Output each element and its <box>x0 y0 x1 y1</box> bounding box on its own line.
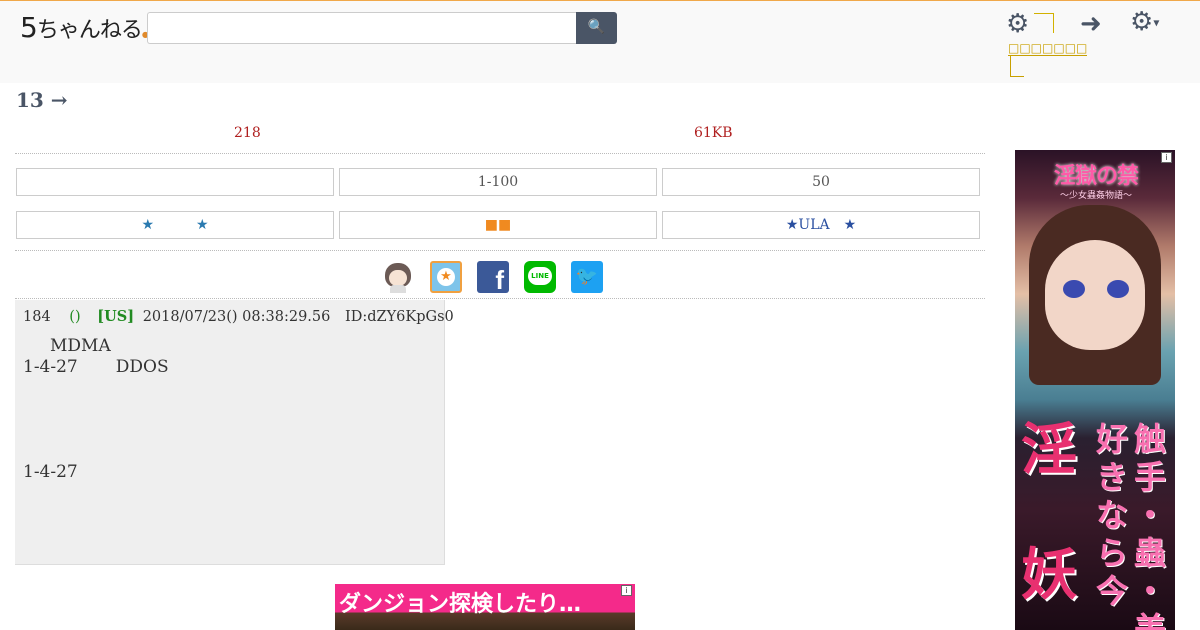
search-input[interactable] <box>147 12 577 44</box>
search-button[interactable]: 🔍 <box>576 12 617 44</box>
divider <box>15 298 985 299</box>
divider <box>15 153 985 154</box>
nav-button-latest-50[interactable]: 50 <box>662 168 980 196</box>
menu-gear-icon: ⚙ <box>1130 7 1154 37</box>
search-icon: 🔍 <box>587 19 606 35</box>
settings-tooltip-line <box>1010 55 1024 77</box>
ad-banner-bottom[interactable]: ダンジョン探検したり… i <box>335 584 635 630</box>
settings-tooltip-frame <box>1034 13 1054 33</box>
ad-big-text: 淫 <box>1021 417 1077 483</box>
mascot-face <box>389 270 407 286</box>
facebook-icon[interactable]: f <box>477 261 509 295</box>
ad-info-icon[interactable]: i <box>621 585 632 596</box>
ad-illustration-face <box>1045 240 1145 350</box>
nav-button-all[interactable] <box>16 168 334 196</box>
ad-banner-right[interactable]: 淫獄の禁 ～少女蟲姦物語～ 淫 妖 好きなら今 触手・蟲・美 i <box>1015 150 1175 630</box>
post-author: () <box>69 309 81 325</box>
post-header: 184 () [US] 2018/07/23() 08:38:29.56 ID:… <box>23 308 454 325</box>
nav-button-list[interactable]: ■■ <box>339 211 657 239</box>
settings-icon[interactable]: ⚙ <box>1006 9 1029 39</box>
line-icon[interactable]: LINE <box>524 261 556 293</box>
ad-headline: ダンジョン探検したり… <box>339 592 582 617</box>
thread-size: 61KB <box>694 125 733 141</box>
star-icon: ★ <box>437 268 455 286</box>
post-body-line: 1-4-27 DDOS <box>23 357 169 377</box>
divider <box>15 250 985 251</box>
nav-button-board[interactable]: ★ ★ <box>16 211 334 239</box>
ad-subtitle: ～少女蟲姦物語～ <box>1059 191 1132 201</box>
post-date: 2018/07/23() 08:38:29.56 <box>142 309 331 325</box>
thread-title[interactable]: 13 → <box>16 88 68 112</box>
post-body-text: DDOS <box>115 357 169 377</box>
post-anchor[interactable]: 1-4-27 <box>23 357 78 377</box>
line-bubble: LINE <box>528 267 552 285</box>
response-count: 218 <box>234 125 261 141</box>
nav-button-ula[interactable]: ★ULA ★ <box>662 211 980 239</box>
logo-mark: 5 <box>20 11 38 44</box>
ad-vertical-text: 触手・蟲・美 <box>1133 420 1166 630</box>
ad-info-icon[interactable]: i <box>1161 152 1172 163</box>
post-country: [US] <box>97 308 135 325</box>
site-header: 5ちゃんねる● 🔍 ⚙ □□□□□□□ ➜ ⚙▾ <box>0 0 1200 83</box>
ad-illustration-eye <box>1063 280 1085 298</box>
mascot-share-icon[interactable] <box>382 261 414 293</box>
ad-big-text: 妖 <box>1021 542 1077 608</box>
settings-tooltip-label: □□□□□□□ <box>1008 41 1088 56</box>
post-anchor[interactable]: 1-4-27 <box>23 462 78 482</box>
bookmark-share-icon[interactable]: ★ <box>430 261 462 293</box>
logo-text: ちゃんねる <box>36 18 143 43</box>
ad-vertical-text: 好きなら今 <box>1095 420 1128 610</box>
post-body-line: MDMA <box>50 336 111 356</box>
ad-title: 淫獄の禁 <box>1053 163 1139 189</box>
login-icon[interactable]: ➜ <box>1080 9 1102 39</box>
nav-button-first-100[interactable]: 1-100 <box>339 168 657 196</box>
site-logo[interactable]: 5ちゃんねる● <box>20 11 149 44</box>
ad-illustration-eye <box>1107 280 1129 298</box>
menu-button[interactable]: ⚙▾ <box>1130 7 1159 37</box>
mascot-body <box>390 285 406 293</box>
post-number[interactable]: 184 <box>23 309 51 325</box>
twitter-icon[interactable]: 🐦 <box>571 261 603 293</box>
post-id[interactable]: ID:dZY6KpGs0 <box>345 309 454 325</box>
chevron-down-icon: ▾ <box>1153 15 1160 30</box>
